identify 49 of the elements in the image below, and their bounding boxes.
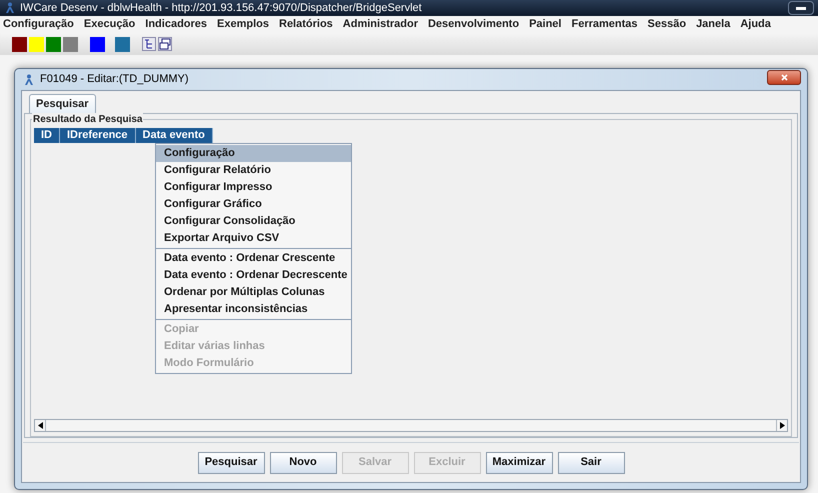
- action-button[interactable]: Pesquisar: [198, 452, 264, 474]
- color-swatch[interactable]: [115, 36, 130, 52]
- column-header[interactable]: ID: [34, 128, 60, 143]
- menu-item[interactable]: Sessão: [648, 16, 686, 33]
- color-swatch[interactable]: [12, 36, 27, 52]
- menu-item[interactable]: Administrador: [342, 16, 418, 33]
- left-arrow-icon: [38, 422, 42, 429]
- menu-option[interactable]: Data evento : Ordenar Crescente: [156, 250, 351, 267]
- color-swatch[interactable]: [90, 36, 105, 52]
- action-button[interactable]: Maximizar: [486, 452, 552, 474]
- color-swatch[interactable]: [46, 36, 61, 52]
- menu-option[interactable]: Configurar Consolidação: [156, 213, 351, 230]
- menu-item[interactable]: Desenvolvimento: [428, 16, 520, 33]
- menu-item[interactable]: Execução: [84, 16, 136, 33]
- menu-item[interactable]: Painel: [529, 16, 562, 33]
- close-icon: [780, 74, 788, 81]
- window-title: F01049 - Editar:(TD_DUMMY): [40, 72, 189, 88]
- menu-item[interactable]: Janela: [696, 16, 730, 33]
- window-icon: [23, 74, 35, 86]
- tree-icon[interactable]: [142, 37, 156, 51]
- close-button[interactable]: [767, 70, 801, 85]
- windows-icon[interactable]: [158, 37, 172, 51]
- menu-item[interactable]: Exemplos: [217, 16, 269, 33]
- menu-option[interactable]: Configurar Impresso: [156, 179, 351, 196]
- app-icon: [4, 2, 16, 14]
- menu-item[interactable]: Relatórios: [279, 16, 333, 33]
- menu-option[interactable]: Configurar Gráfico: [156, 196, 351, 213]
- menu-option[interactable]: Configuração: [156, 145, 351, 162]
- menu-option[interactable]: Ordenar por Múltiplas Colunas: [156, 284, 351, 301]
- app-title: IWCare Desenv - dblwHealth - http://201.93.156.47:9070/Dispatcher/BridgeServlet: [20, 0, 422, 16]
- menu-item[interactable]: Ajuda: [740, 16, 771, 33]
- menu-item[interactable]: Configuração: [3, 16, 74, 33]
- right-arrow-icon: [780, 422, 784, 429]
- scroll-right-button[interactable]: [776, 420, 787, 431]
- menu-option[interactable]: Exportar Arquivo CSV: [156, 230, 351, 247]
- menu-item[interactable]: Ferramentas: [571, 16, 638, 33]
- column-header[interactable]: Data evento: [136, 128, 213, 143]
- menu-option[interactable]: Configurar Relatório: [156, 162, 351, 179]
- action-button[interactable]: Sair: [558, 452, 624, 474]
- color-swatch[interactable]: [63, 36, 78, 52]
- action-button[interactable]: Novo: [270, 452, 336, 474]
- minimize-button[interactable]: [788, 1, 814, 15]
- menu-option[interactable]: Data evento : Ordenar Decrescente: [156, 267, 351, 284]
- menu-option[interactable]: Apresentar inconsistências: [156, 301, 351, 318]
- column-header[interactable]: IDreference: [60, 128, 136, 143]
- group-title: Resultado da Pesquisa: [32, 113, 144, 126]
- color-swatch[interactable]: [29, 36, 44, 52]
- menu-item[interactable]: Indicadores: [145, 16, 208, 33]
- tab[interactable]: Pesquisar: [29, 94, 96, 113]
